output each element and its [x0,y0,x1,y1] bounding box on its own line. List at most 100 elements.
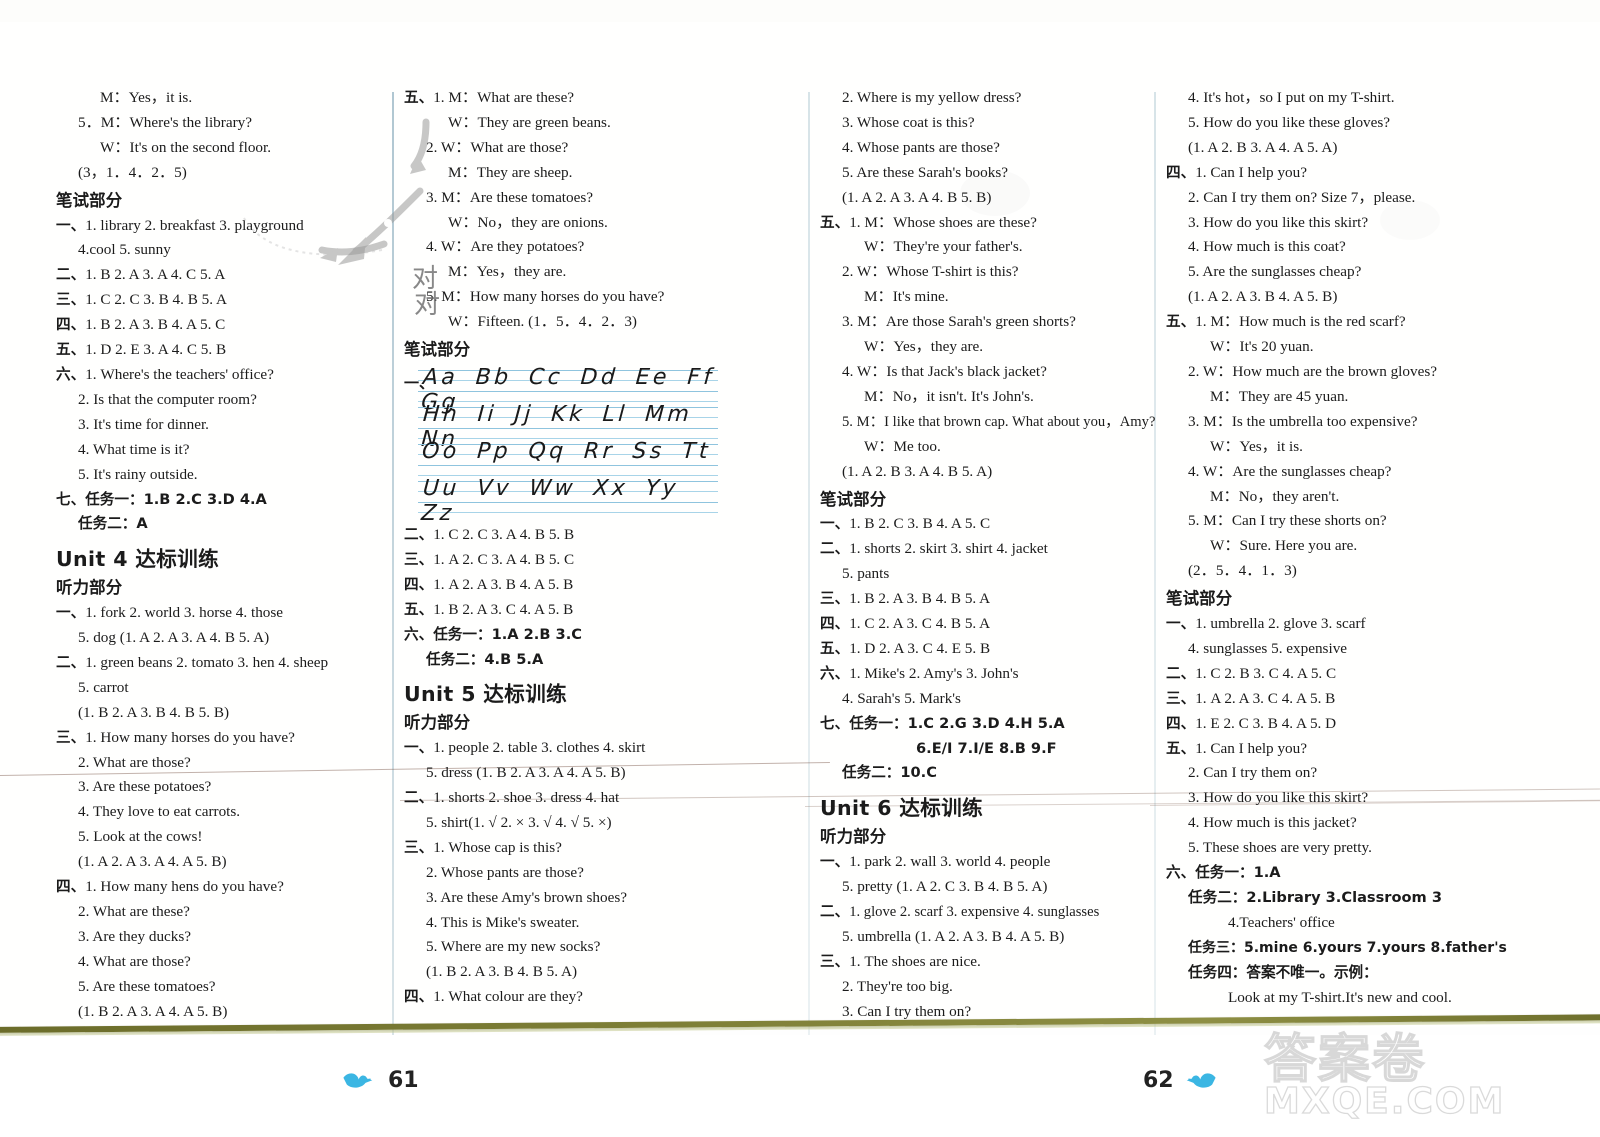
answer-key-line: (3，1．4．2．5) [78,163,187,181]
dialogue-line: W：Me too. [864,437,941,455]
item-number-cn: 五、 [1166,739,1196,757]
task-label: 任务一：1.A [1195,864,1281,882]
answer-column-3: 2. Where is my yellow dress? 3. Whose co… [820,86,1160,1036]
listening-section-heading: 听力部分 [56,578,123,598]
answer-key-line: 2. Is that the computer room? [78,390,257,408]
answer-key-line: 1. A 2. A 3. C 4. A 5. B [1195,689,1336,707]
dialogue-line: M：They are 45 yuan. [1210,387,1349,405]
dialogue-line: W：It's on the second floor. [100,138,272,156]
answer-key-line: 5. shirt(1. √ 2. × 3. √ 4. √ 5. ×) [426,813,612,831]
answer-key-line: 4. How much is this jacket? [1188,814,1357,832]
dialogue-line: 3. M：Are these tomatoes? [426,188,594,206]
answer-key-line: 4. They love to eat carrots. [78,803,241,821]
answer-key-line: 1. D 2. A 3. C 4. E 5. B [849,639,991,657]
item-number-cn: 四、 [1166,714,1196,732]
answer-column-2: 五、1. M：What are these? W：They are green … [404,86,744,1036]
answer-key-line: 2. Can I try them on? [1188,764,1318,782]
answer-key-line: 1. park 2. wall 3. world 4. people [849,853,1051,871]
answer-key-line: 3. How do you like this skirt? [1188,789,1369,807]
scanned-page: M：Yes，it is. 5．M：Where's the library? W：… [0,0,1600,1137]
written-section-heading: 笔试部分 [820,489,887,509]
dialogue-line: W：No，they are onions. [448,213,608,231]
dialogue-line: W：It's 20 yuan. [1210,338,1314,356]
item-number-cn: 二、 [56,653,86,671]
dialogue-line: 5．M：Where's the library? [78,113,252,131]
item-number-cn: 五、 [1166,313,1196,331]
answer-key-line: (1. A 2. A 3. B 4. A 5. B) [1188,288,1338,306]
item-number-cn: 五、 [820,639,850,657]
answer-key-line: 6.E/I 7.I/E 8.B 9.F [916,739,1057,757]
dialogue-line: W：Sure. Here you are. [1210,537,1358,555]
answer-key-line: 2. They're too big. [842,977,953,995]
written-section-heading: 笔试部分 [1166,589,1233,609]
item-number-cn: 一、 [56,216,86,234]
dialogue-line: 3. M：Are those Sarah's green shorts? [842,313,1076,331]
item-number-cn: 五、 [56,341,86,359]
answer-key-line: 5. dog (1. A 2. A 3. A 4. B 5. A) [78,629,270,647]
dialogue-line: 2. W：Whose T-shirt is this? [842,263,1019,281]
item-number-cn: 三、 [404,838,434,856]
dialogue-line: M：Yes，they are. [448,263,567,281]
answer-key-line: 1. B 2. A 3. B 4. B 5. A [849,590,991,608]
item-number-cn: 一、 [56,604,86,622]
item-number-cn: 三、 [404,550,434,568]
written-section-heading: 笔试部分 [56,190,123,210]
item-number-cn: 六、 [56,365,86,383]
item-number-cn: 四、 [56,878,86,896]
task-label: 任务二：A [78,515,148,533]
answer-key-line: 4. What time is it? [78,440,190,458]
answer-key-line: (1. A 2. B 3. A 4. A 5. A) [1188,138,1338,156]
answer-key-line: 1. B 2. A 3. A 4. C 5. A [85,266,226,284]
unit-heading-unit4: Unit 4 达标训练 [56,547,220,572]
dialogue-line: W：Yes，it is. [1210,437,1303,455]
answer-key-line: 1. C 2. C 3. B 4. B 5. A [85,291,227,309]
handwriting-alphabet-block: 一、 Aa Bb Cc Dd Ee Ff Gg Hh Ii Jj Kk Ll M… [404,365,724,526]
item-number-cn: 二、 [404,525,434,543]
answer-key-line: 4. How much is this coat? [1188,238,1346,256]
item-number-cn: 六、 [820,664,850,682]
task-label: 任务三：5.mine 6.yours 7.yours 8.father's [1188,939,1507,956]
dialogue-line: 1. M：What are these? [433,89,575,106]
answer-key-line: 1. shorts 2. shoe 3. dress 4. hat [433,789,620,807]
item-number-cn: 二、 [56,266,86,284]
answer-key-line: 5. These shoes are very pretty. [1188,839,1372,857]
answer-key-line: (1. B 2. A 3. B 4. B 5. B) [78,703,230,721]
dialogue-line: 3. M：Is the umbrella too expensive? [1188,412,1418,430]
answer-key-line: 2. Can I try them on? Size 7，please. [1188,188,1416,206]
answer-key-line: 5. dress (1. B 2. A 3. A 4. A 5. B) [426,764,626,782]
answer-key-line: 1. A 2. A 3. B 4. A 5. B [433,575,574,593]
alphabet-line: Uu Vv Ww Xx Yy Zz [420,475,680,526]
dialogue-line: W：Yes，they are. [864,338,984,356]
answer-key-line: (1. B 2. A 3. A 4. A 5. B) [78,1002,228,1020]
item-number-cn: 四、 [404,575,434,593]
answer-key-line: 1. How many hens do you have? [85,878,284,896]
answer-key-line: 1. How many horses do you have? [85,728,295,746]
item-number-cn: 三、 [820,952,850,970]
answer-key-line: 3. Are they ducks? [78,927,192,945]
answer-key-line: 3. Are these potatoes? [78,778,212,796]
answer-key-line: 5. It's rainy outside. [78,465,198,483]
item-number-cn: 三、 [56,291,86,309]
answer-key-line: 1. shorts 2. skirt 3. shirt 4. jacket [849,540,1048,558]
answer-key-line: 2. What are those? [78,753,191,771]
answer-key-line: 3. Whose coat is this? [842,113,975,131]
handwriting-row: Uu Vv Ww Xx Yy Zz [418,476,718,526]
bird-ornament-icon [1186,1073,1216,1088]
answer-key-line: 5. pants [842,565,890,583]
dialogue-line: M：It's mine. [864,288,949,306]
bird-ornament-icon [343,1073,373,1088]
dialogue-line: 1. M：Whose shoes are these? [849,213,1037,231]
answer-key-line: 1. glove 2. scarf 3. expensive 4. sungla… [849,904,1100,920]
answer-key-line: 1. C 2. C 3. A 4. B 5. B [433,525,575,543]
handwriting-row: Hh Ii Jj Kk Ll Mm Nn [418,402,718,452]
dialogue-line: W：They're your father's. [864,238,1023,256]
answer-key-line: 1. fork 2. world 3. horse 4. those [85,604,284,622]
page-number-left: 61 [388,1068,419,1093]
item-number-cn: 三、 [56,728,86,746]
handwriting-row: Aa Bb Cc Dd Ee Ff Gg [418,365,718,415]
answer-key-line: 2. Where is my yellow dress? [842,89,1022,106]
answer-key-line: 1. B 2. A 3. B 4. A 5. C [85,316,226,334]
task-label: 任务二：10.C [842,764,937,782]
answer-key-line: 2. Whose pants are those? [426,863,584,881]
answer-key-line: 5. pretty (1. A 2. C 3. B 4. B 5. A) [842,878,1048,896]
